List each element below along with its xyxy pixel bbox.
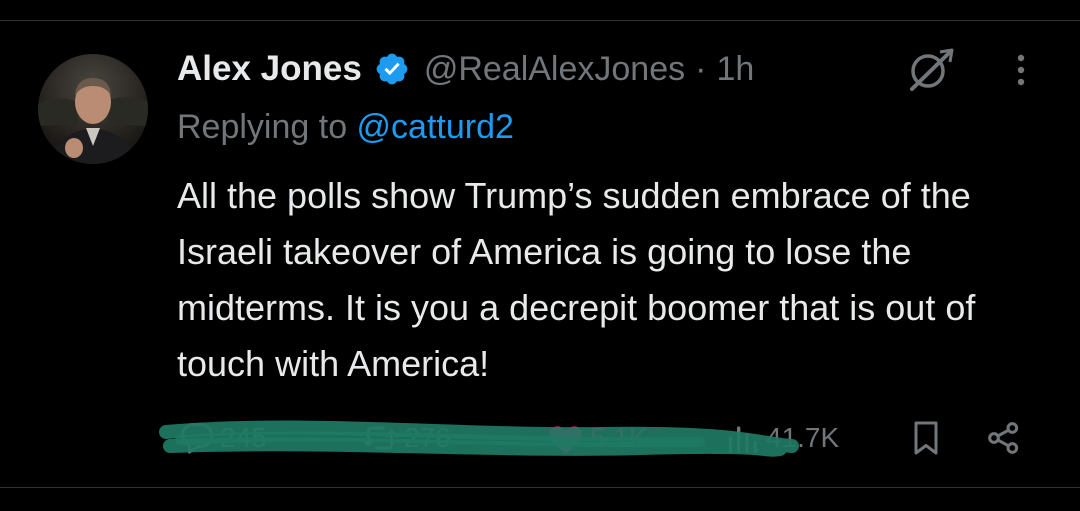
grok-icon[interactable] xyxy=(904,46,956,94)
retweet-arrows-icon xyxy=(361,426,399,450)
mention-link[interactable]: @catturd2 xyxy=(357,108,514,146)
bottom-divider xyxy=(0,487,1080,488)
bar-chart-icon xyxy=(728,426,757,453)
avatar-photo xyxy=(38,54,148,164)
tweet-text: All the polls show Trump’s sudden embrac… xyxy=(177,175,976,384)
share-icon xyxy=(988,422,1019,454)
author-handle[interactable]: @RealAlexJones xyxy=(424,50,685,89)
tweet-header: Alex Jones @RealAlexJones · 1h xyxy=(177,46,754,92)
separator-dot: · xyxy=(695,49,707,88)
views-count: 41.7K xyxy=(766,422,840,453)
replying-to: Replying to @catturd2 xyxy=(177,108,514,147)
repost-count: 276 xyxy=(404,422,451,453)
views-button[interactable]: 41.7K xyxy=(722,416,839,460)
replying-to-label: Replying to xyxy=(177,108,357,146)
repost-button[interactable]: 276 xyxy=(360,416,451,460)
verified-badge-icon xyxy=(374,51,410,87)
reply-button[interactable]: 245 xyxy=(176,416,267,460)
heart-icon xyxy=(549,426,583,453)
like-button[interactable]: 5.1K xyxy=(546,416,648,460)
avatar[interactable] xyxy=(38,54,148,164)
bookmark-icon xyxy=(914,421,938,455)
vertical-ellipsis-icon[interactable] xyxy=(1006,48,1036,92)
reply-count: 245 xyxy=(220,422,267,453)
share-button[interactable] xyxy=(984,416,1024,460)
top-divider xyxy=(0,20,1080,21)
speech-bubble-icon xyxy=(181,423,214,454)
author-name[interactable]: Alex Jones xyxy=(177,49,362,89)
timestamp[interactable]: 1h xyxy=(716,50,754,89)
like-count: 5.1K xyxy=(590,422,648,453)
bookmark-button[interactable] xyxy=(906,416,946,460)
